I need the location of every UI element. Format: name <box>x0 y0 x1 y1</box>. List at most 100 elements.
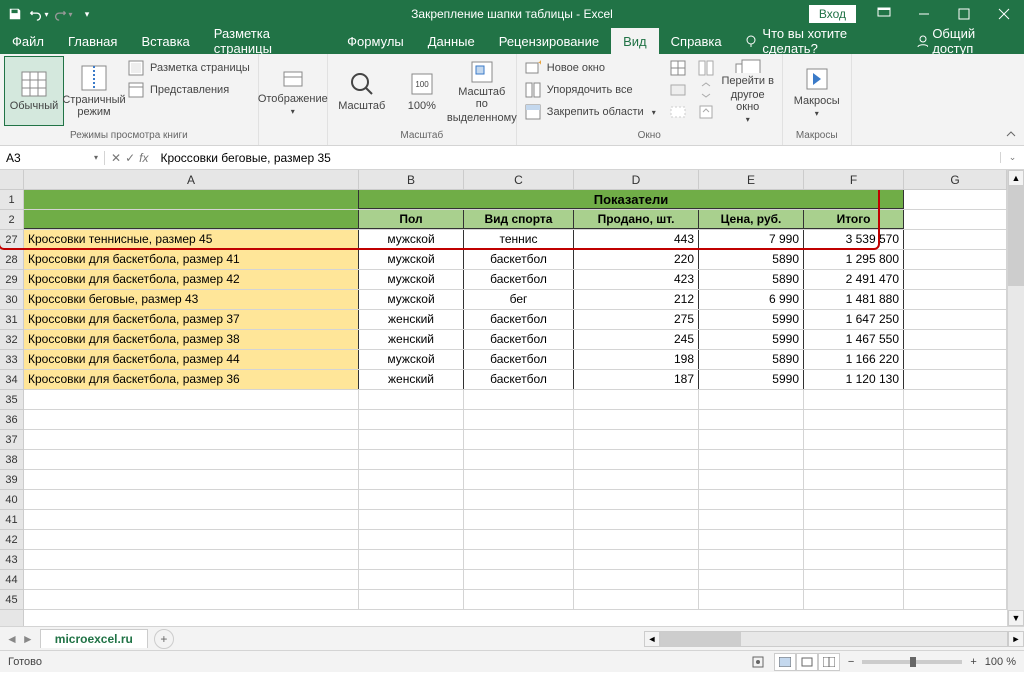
empty-cell[interactable] <box>699 390 804 409</box>
empty-cell[interactable] <box>24 570 359 589</box>
close-icon[interactable] <box>984 0 1024 28</box>
cell-total[interactable]: 1 481 880 <box>804 290 904 309</box>
view-page-layout-button[interactable]: Разметка страницы <box>124 58 254 78</box>
cell-sold[interactable]: 423 <box>574 270 699 289</box>
empty-cell[interactable] <box>699 450 804 469</box>
cell-sold[interactable]: 245 <box>574 330 699 349</box>
menu-вставка[interactable]: Вставка <box>129 28 201 54</box>
empty-cell[interactable] <box>804 490 904 509</box>
menu-файл[interactable]: Файл <box>0 28 56 54</box>
empty-cell[interactable] <box>574 590 699 609</box>
tell-me-input[interactable]: Что вы хотите сделать? <box>734 26 904 56</box>
cell-sport[interactable]: баскетбол <box>464 270 574 289</box>
reset-position-button[interactable] <box>694 102 718 122</box>
empty-cell[interactable] <box>904 410 1007 429</box>
save-icon[interactable] <box>4 3 26 25</box>
empty-cell[interactable] <box>574 430 699 449</box>
empty-cell[interactable] <box>464 450 574 469</box>
col-header-E[interactable]: E <box>699 170 804 189</box>
empty-cell[interactable] <box>24 590 359 609</box>
maximize-icon[interactable] <box>944 0 984 28</box>
empty-cell[interactable] <box>359 470 464 489</box>
cell-sport[interactable]: теннис <box>464 230 574 249</box>
macros-button[interactable]: Макросы ▾ <box>787 56 847 126</box>
empty-cell[interactable] <box>574 530 699 549</box>
empty-cell[interactable] <box>904 490 1007 509</box>
row-header[interactable]: 44 <box>0 570 23 590</box>
undo-icon[interactable]: ▾ <box>28 3 50 25</box>
menu-формулы[interactable]: Формулы <box>335 28 416 54</box>
switch-windows-button[interactable]: Перейти в другое окно ▾ <box>718 56 778 126</box>
new-window-button[interactable]: ✦Новое окно <box>521 58 660 78</box>
row-header[interactable]: 40 <box>0 490 23 510</box>
empty-cell[interactable] <box>24 490 359 509</box>
view-custom-views-button[interactable]: Представления <box>124 80 254 100</box>
col-header-G[interactable]: G <box>904 170 1007 189</box>
row-header[interactable]: 33 <box>0 350 23 370</box>
empty-cell[interactable] <box>464 590 574 609</box>
share-button[interactable]: Общий доступ <box>904 26 1024 56</box>
empty-cell[interactable] <box>804 410 904 429</box>
empty-cell[interactable] <box>574 490 699 509</box>
row-header[interactable]: 36 <box>0 410 23 430</box>
row-header[interactable]: 32 <box>0 330 23 350</box>
row-header[interactable]: 45 <box>0 590 23 610</box>
cell-gender[interactable]: женский <box>359 310 464 329</box>
empty-cell[interactable] <box>464 530 574 549</box>
empty-cell[interactable] <box>359 490 464 509</box>
empty-cell[interactable] <box>574 410 699 429</box>
cell-gender[interactable]: женский <box>359 330 464 349</box>
empty-cell[interactable] <box>24 390 359 409</box>
empty-cell[interactable] <box>359 390 464 409</box>
empty-cell[interactable] <box>24 430 359 449</box>
empty-cell[interactable] <box>464 550 574 569</box>
spreadsheet-grid[interactable]: ABCDEFG 12272829303132333435363738394041… <box>0 170 1024 626</box>
cell-gender[interactable]: женский <box>359 370 464 389</box>
cell-total[interactable]: 1 166 220 <box>804 350 904 369</box>
col-header-B[interactable]: B <box>359 170 464 189</box>
empty-cell[interactable] <box>464 390 574 409</box>
ribbon-options-icon[interactable] <box>864 0 904 28</box>
cell-total[interactable]: 1 120 130 <box>804 370 904 389</box>
view-side-by-side-button[interactable] <box>694 58 718 78</box>
col-header-A[interactable]: A <box>24 170 359 189</box>
empty-cell[interactable] <box>24 470 359 489</box>
cell-name[interactable]: Кроссовки для баскетбола, размер 41 <box>24 250 359 269</box>
cell-gender[interactable]: мужской <box>359 290 464 309</box>
empty-cell[interactable] <box>574 550 699 569</box>
zoom-out-icon[interactable]: − <box>848 656 854 668</box>
cell-name[interactable]: Кроссовки для баскетбола, размер 36 <box>24 370 359 389</box>
empty-cell[interactable] <box>464 470 574 489</box>
cell-sold[interactable]: 443 <box>574 230 699 249</box>
row-header[interactable]: 43 <box>0 550 23 570</box>
menu-справка[interactable]: Справка <box>659 28 734 54</box>
empty-cell[interactable] <box>574 450 699 469</box>
name-box[interactable]: A3▾ <box>0 151 105 165</box>
row-header[interactable]: 35 <box>0 390 23 410</box>
empty-cell[interactable] <box>699 430 804 449</box>
fx-icon[interactable]: fx <box>139 151 148 165</box>
empty-cell[interactable] <box>574 570 699 589</box>
row-header[interactable]: 30 <box>0 290 23 310</box>
empty-cell[interactable] <box>359 450 464 469</box>
empty-cell[interactable] <box>359 430 464 449</box>
row-header[interactable]: 1 <box>0 190 23 210</box>
cancel-formula-icon[interactable]: ✕ <box>111 151 121 165</box>
cell-total[interactable]: 2 491 470 <box>804 270 904 289</box>
cell-name[interactable]: Кроссовки для баскетбола, размер 38 <box>24 330 359 349</box>
empty-cell[interactable] <box>699 470 804 489</box>
menu-разметка страницы[interactable]: Разметка страницы <box>202 28 335 54</box>
empty-cell[interactable] <box>359 550 464 569</box>
cell-gender[interactable]: мужской <box>359 350 464 369</box>
expand-formula-bar-icon[interactable]: ⌄ <box>1000 152 1024 163</box>
cell-total[interactable]: 1 647 250 <box>804 310 904 329</box>
vertical-scrollbar[interactable]: ▲ ▼ <box>1007 170 1024 626</box>
cell-sport[interactable]: баскетбол <box>464 250 574 269</box>
normal-view-icon[interactable] <box>774 653 796 671</box>
menu-данные[interactable]: Данные <box>416 28 487 54</box>
empty-cell[interactable] <box>804 510 904 529</box>
empty-cell[interactable] <box>699 410 804 429</box>
empty-cell[interactable] <box>464 570 574 589</box>
cell-price[interactable]: 5890 <box>699 350 804 369</box>
empty-cell[interactable] <box>24 510 359 529</box>
